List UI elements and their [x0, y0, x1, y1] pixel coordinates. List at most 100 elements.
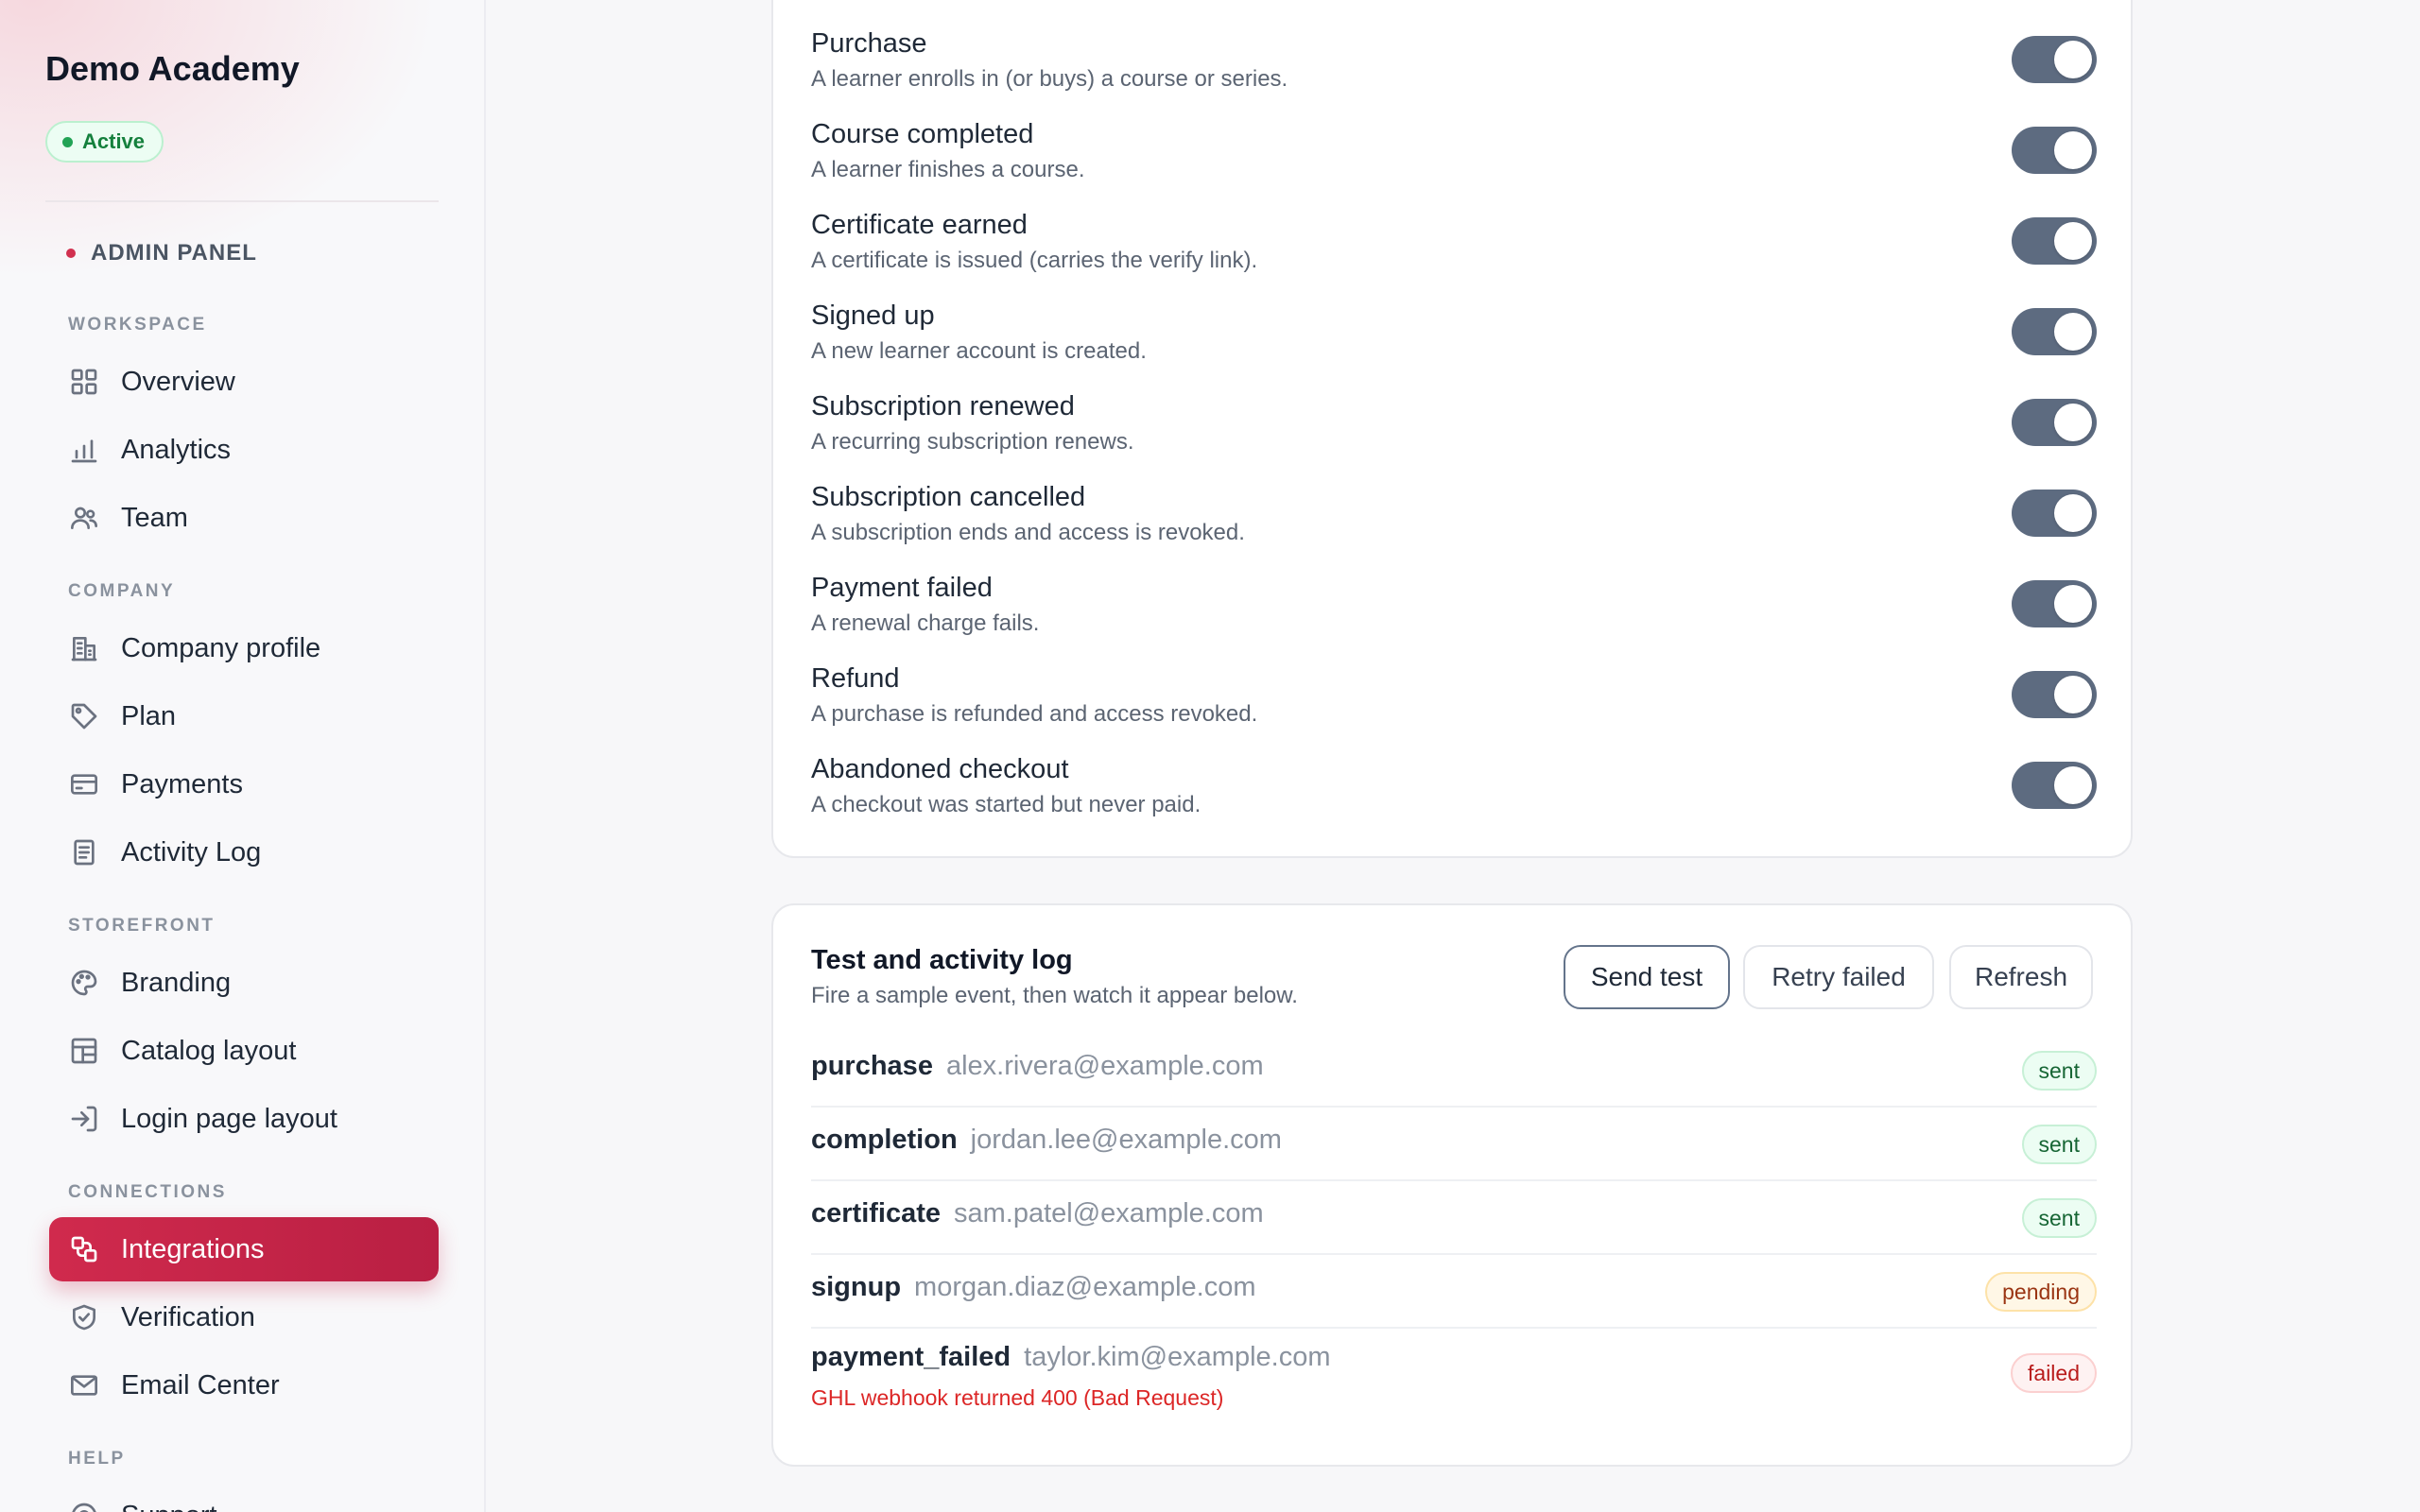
retry-failed-button[interactable]: Retry failed [1743, 945, 1934, 1009]
admin-panel-label: ADMIN PANEL [66, 240, 257, 266]
event-title: Subscription cancelled [811, 482, 1086, 512]
log-entry-row: purchase alex.rivera@example.com sent [811, 1034, 2097, 1108]
event-description: A recurring subscription renews. [811, 429, 1134, 455]
log-entry-text: purchase alex.rivera@example.com [811, 1051, 1264, 1082]
sidebar-item-activity-log[interactable]: Activity Log [49, 820, 439, 885]
course-completed-toggle[interactable] [2012, 127, 2097, 174]
subscription-renewed-toggle[interactable] [2012, 399, 2097, 446]
certificate-earned-toggle[interactable] [2012, 217, 2097, 265]
event-row-subscription-cancelled: Subscription cancelled A subscription en… [811, 482, 2097, 573]
event-title: Purchase [811, 28, 927, 59]
toggle-knob [2054, 41, 2092, 78]
event-description: A certificate is issued (carries the ver… [811, 248, 1258, 273]
grid-icon [68, 366, 100, 398]
sidebar-item-payments[interactable]: Payments [49, 752, 439, 816]
toggle-knob [2054, 585, 2092, 623]
log-event-name: purchase [811, 1051, 933, 1081]
sidebar-item-login-page-layout[interactable]: Login page layout [49, 1087, 439, 1151]
sidebar-item-label: Branding [121, 967, 232, 998]
log-entry-text: certificate sam.patel@example.com [811, 1198, 1264, 1229]
status-dot-icon [62, 136, 73, 147]
event-description: A purchase is refunded and access revoke… [811, 701, 1258, 727]
event-row-signed-up: Signed up A new learner account is creat… [811, 301, 2097, 391]
event-title: Abandoned checkout [811, 754, 1069, 784]
brand-name: Demo Academy [45, 49, 300, 88]
log-event-name: completion [811, 1125, 958, 1155]
sidebar-item-label: Support [121, 1501, 217, 1512]
event-title: Signed up [811, 301, 935, 331]
toggle-knob [2054, 676, 2092, 713]
toggle-knob [2054, 494, 2092, 532]
log-event-name: payment_failed [811, 1342, 1011, 1372]
sidebar-item-label: Analytics [121, 434, 232, 465]
status-badge: sent [2021, 1198, 2097, 1238]
payment-failed-toggle[interactable] [2012, 580, 2097, 627]
signed-up-toggle[interactable] [2012, 308, 2097, 355]
sidebar-item-support[interactable]: Support [49, 1484, 439, 1512]
sidebar-item-team[interactable]: Team [49, 486, 439, 550]
login-icon [68, 1103, 100, 1135]
event-row-payment-failed: Payment failed A renewal charge fails. [811, 573, 2097, 663]
section-label-help: HELP [68, 1449, 126, 1469]
send-test-button[interactable]: Send test [1564, 945, 1730, 1009]
event-title: Payment failed [811, 573, 993, 603]
shield-check-icon [68, 1301, 100, 1333]
sidebar-item-label: Plan [121, 700, 177, 731]
events-card: Purchase A learner enrolls in (or buys) … [771, 0, 2133, 858]
sidebar-item-label: Company profile [121, 632, 321, 663]
event-row-purchase: Purchase A learner enrolls in (or buys) … [811, 28, 2097, 119]
sidebar-item-email-center[interactable]: Email Center [49, 1353, 439, 1418]
palette-icon [68, 967, 100, 999]
sidebar-item-company-profile[interactable]: Company profile [49, 616, 439, 680]
event-row-abandoned-checkout: Abandoned checkout A checkout was starte… [811, 754, 2097, 845]
toggle-knob [2054, 222, 2092, 260]
event-description: A new learner account is created. [811, 338, 1147, 364]
log-entry-row: certificate sam.patel@example.com sent [811, 1181, 2097, 1255]
sidebar-item-analytics[interactable]: Analytics [49, 418, 439, 482]
sidebar-item-label: Login page layout [121, 1103, 337, 1134]
sidebar-item-catalog-layout[interactable]: Catalog layout [49, 1019, 439, 1083]
sidebar-item-label: Verification [121, 1301, 255, 1332]
log-entry-text: payment_failed taylor.kim@example.com [811, 1342, 1331, 1373]
event-description: A subscription ends and access is revoke… [811, 520, 1245, 545]
refund-toggle[interactable] [2012, 671, 2097, 718]
refresh-button[interactable]: Refresh [1949, 945, 2093, 1009]
sidebar-item-plan[interactable]: Plan [49, 684, 439, 748]
layout-icon [68, 1035, 100, 1067]
event-row-certificate-earned: Certificate earned A certificate is issu… [811, 210, 2097, 301]
log-entry-row: payment_failed taylor.kim@example.com GHL… [811, 1329, 2097, 1433]
toggle-knob [2054, 313, 2092, 351]
event-description: A renewal charge fails. [811, 610, 1040, 636]
sidebar-item-overview[interactable]: Overview [49, 350, 439, 414]
log-title: Test and activity log [811, 945, 1073, 975]
sidebar-item-label: Team [121, 502, 188, 533]
subscription-cancelled-toggle[interactable] [2012, 490, 2097, 537]
section-label-workspace: WORKSPACE [68, 315, 207, 335]
log-entry-row: completion jordan.lee@example.com sent [811, 1108, 2097, 1181]
event-row-subscription-renewed: Subscription renewed A recurring subscri… [811, 391, 2097, 482]
abandoned-checkout-toggle[interactable] [2012, 762, 2097, 809]
sidebar-item-integrations[interactable]: Integrations [49, 1217, 439, 1281]
event-row-refund: Refund A purchase is refunded and access… [811, 663, 2097, 754]
activity-log-card: Test and activity log Fire a sample even… [771, 903, 2133, 1467]
document-icon [68, 836, 100, 868]
sidebar-item-branding[interactable]: Branding [49, 951, 439, 1015]
admin-panel-text: ADMIN PANEL [91, 240, 257, 266]
purchase-toggle[interactable] [2012, 36, 2097, 83]
sidebar-item-label: Catalog layout [121, 1035, 297, 1066]
sidebar-item-label: Overview [121, 366, 235, 397]
building-icon [68, 632, 100, 664]
sidebar-item-verification[interactable]: Verification [49, 1285, 439, 1349]
event-title: Course completed [811, 119, 1034, 149]
sidebar-item-label: Payments [121, 768, 243, 799]
event-description: A learner enrolls in (or buys) a course … [811, 66, 1288, 92]
sidebar: Demo Academy Active ADMIN PANEL WORKSPAC… [0, 0, 486, 1512]
log-subtitle: Fire a sample event, then watch it appea… [811, 983, 1298, 1008]
tag-icon [68, 700, 100, 732]
status-badge: sent [2021, 1125, 2097, 1164]
log-email: sam.patel@example.com [954, 1198, 1264, 1228]
event-title: Certificate earned [811, 210, 1028, 240]
toggle-knob [2054, 766, 2092, 804]
sidebar-item-label: Email Center [121, 1369, 280, 1400]
event-title: Refund [811, 663, 900, 694]
